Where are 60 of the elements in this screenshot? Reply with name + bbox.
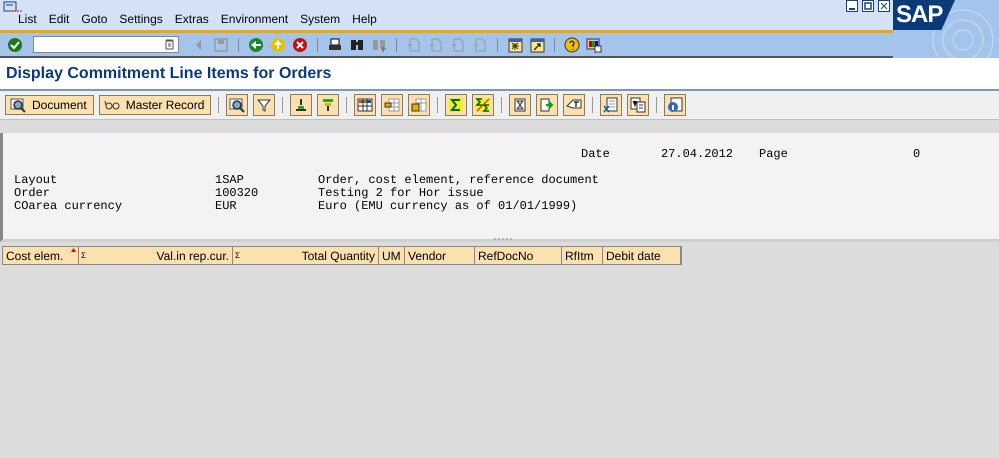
page-label: Page: [759, 147, 789, 161]
logo: SAP: [893, 0, 999, 58]
sum-mark: Σ: [235, 251, 240, 260]
column-header[interactable]: Σ Total Quantity: [233, 247, 379, 264]
cancel-icon[interactable]: [292, 36, 308, 52]
printer-icon[interactable]: [327, 36, 343, 52]
column-header[interactable]: RfItm: [562, 247, 603, 264]
layout-grid-icon[interactable]: [354, 94, 376, 116]
details-icon[interactable]: [226, 94, 248, 116]
toolbar-button[interactable]: Document: [5, 95, 94, 115]
column-header[interactable]: RefDocNo: [475, 247, 562, 264]
sum-icon[interactable]: [445, 94, 468, 116]
sort-descending-icon[interactable]: [317, 94, 340, 116]
info-value: 100320: [215, 187, 260, 200]
sort-ascending-icon[interactable]: [290, 94, 312, 116]
info-value: EUR: [215, 200, 238, 213]
filter-icon[interactable]: [253, 94, 276, 116]
menu-item[interactable]: System: [300, 12, 340, 26]
info-text: Euro (EMU currency as of 01/01/1999): [318, 200, 578, 213]
info-label: COarea currency: [14, 200, 124, 213]
shortcut-icon[interactable]: [529, 36, 545, 52]
new-window-icon[interactable]: [507, 36, 523, 52]
date-label: Date: [581, 147, 611, 161]
column-header[interactable]: Debit date: [603, 247, 681, 264]
date-value: 27.04.2012: [661, 147, 734, 161]
column-header[interactable]: UM: [379, 247, 405, 264]
export-icon[interactable]: [536, 94, 558, 116]
splitter-handle[interactable]: [493, 238, 513, 241]
info-label: Order: [14, 187, 52, 200]
info-label: Layout: [14, 174, 58, 187]
close-icon[interactable]: [878, 0, 890, 12]
minimize-icon[interactable]: [846, 0, 858, 12]
check-icon[interactable]: [7, 36, 23, 52]
menu-item[interactable]: List: [18, 12, 37, 26]
menu-item[interactable]: Edit: [48, 12, 70, 26]
information-icon[interactable]: [664, 94, 686, 116]
info-text: Order, cost element, reference document: [318, 174, 599, 187]
spreadsheet-icon[interactable]: [600, 94, 622, 116]
magnifier-icon: [10, 97, 26, 113]
menu-item[interactable]: Goto: [81, 12, 108, 26]
sum-mark: Σ: [81, 251, 86, 260]
menu-item[interactable]: Environment: [220, 12, 288, 26]
column-header[interactable]: Cost elem.: [3, 247, 79, 264]
page-number: 0: [913, 147, 920, 161]
back-icon[interactable]: [248, 36, 264, 52]
window-menu-icon[interactable]: [3, 1, 23, 13]
maximize-icon[interactable]: [862, 0, 874, 12]
toolbar-button[interactable]: Master Record: [98, 95, 212, 115]
menu-item[interactable]: Extras: [174, 12, 209, 26]
help-icon[interactable]: [564, 36, 580, 52]
info-text: Testing 2 for Hor issue: [318, 187, 484, 200]
screen-title: Display Commitment Line Items for Orders: [6, 64, 332, 82]
menu-item[interactable]: Settings: [119, 12, 163, 26]
subtotal-icon[interactable]: [472, 94, 494, 116]
menu-item[interactable]: Help: [352, 12, 377, 26]
command-field[interactable]: [33, 36, 179, 53]
dropdown-icon[interactable]: [165, 39, 174, 50]
column-header[interactable]: Σ Val.in rep.cur.: [79, 247, 233, 264]
column-header[interactable]: Vendor: [405, 247, 475, 264]
info-value: 1SAP: [215, 174, 245, 187]
